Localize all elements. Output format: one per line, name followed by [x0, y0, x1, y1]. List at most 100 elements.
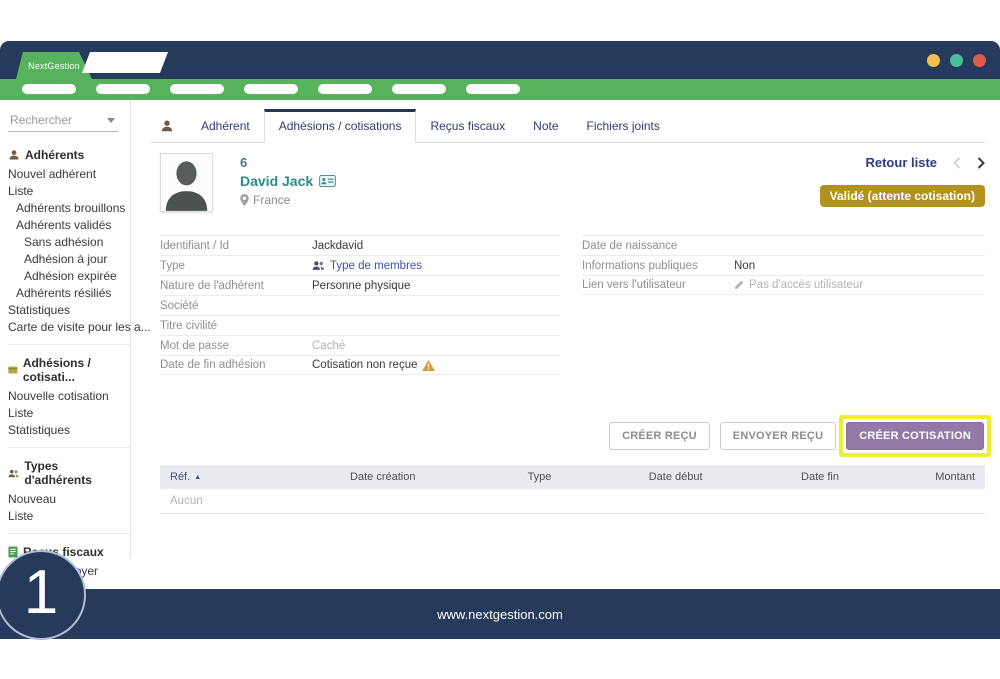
member-name: David Jack — [240, 173, 336, 189]
sidebar-group-types: Types d'adhérents Nouveau Liste — [8, 447, 130, 524]
sort-asc-icon: ▲ — [194, 474, 201, 481]
action-buttons: CRÉER REÇU ENVOYER REÇU CRÉER COTISATION — [150, 422, 985, 450]
search-select[interactable]: Rechercher — [8, 110, 118, 132]
nav-pill[interactable] — [22, 84, 76, 94]
contributions-table: Réf. ▲ Date création Type Date début Dat… — [160, 465, 985, 514]
column-date-fin[interactable]: Date fin — [746, 471, 895, 483]
sidebar-item-carte-de-visite[interactable]: Carte de visite pour les a... — [8, 318, 116, 335]
search-placeholder: Rechercher — [10, 113, 72, 127]
minimize-button[interactable] — [927, 54, 940, 67]
details-left-column: Identifiant / Id Jackdavid Type Type de … — [160, 235, 560, 375]
sidebar-item-adherents-resilies[interactable]: Adhérents résiliés — [8, 284, 116, 301]
field-type: Type Type de membres — [160, 255, 560, 275]
list-navigation: Retour liste — [865, 155, 985, 170]
sidebar-section-types[interactable]: Types d'adhérents — [8, 457, 116, 490]
back-to-list-link[interactable]: Retour liste — [865, 155, 937, 170]
column-ref[interactable]: Réf. ▲ — [160, 471, 292, 483]
nav-pill[interactable] — [244, 84, 298, 94]
nav-pill[interactable] — [466, 84, 520, 94]
tab-placeholder[interactable] — [82, 52, 168, 73]
app-window: NextGestion Rechercher Adhérent — [0, 0, 1000, 679]
field-infos-publiques: Informations publiques Non — [582, 255, 985, 275]
member-country: France — [240, 193, 336, 207]
sidebar-item-adherents-valides[interactable]: Adhérents validés — [8, 216, 116, 233]
field-mot-de-passe: Mot de passe Caché — [160, 335, 560, 355]
sidebar-item-adherents-brouillons[interactable]: Adhérents brouillons — [8, 199, 116, 216]
member-details: Identifiant / Id Jackdavid Type Type de … — [160, 235, 985, 375]
nav-pill[interactable] — [392, 84, 446, 94]
close-button[interactable] — [973, 54, 986, 67]
sidebar: Rechercher Adhérents Nouvel adhérent Lis… — [0, 100, 131, 558]
column-type[interactable]: Type — [474, 471, 606, 483]
sidebar-item-liste-types[interactable]: Liste — [8, 507, 116, 524]
sidebar-group-cotisations: Adhésions / cotisati... Nouvelle cotisat… — [8, 344, 130, 438]
sidebar-item-nouvelle-cotisation[interactable]: Nouvelle cotisation — [8, 387, 116, 404]
details-right-column: Date de naissance Informations publiques… — [582, 235, 985, 375]
tab-fichiers-joints[interactable]: Fichiers joints — [573, 110, 674, 142]
field-nature: Nature de l'adhérent Personne physique — [160, 275, 560, 295]
brand-tab[interactable]: NextGestion — [16, 52, 92, 79]
member-id: 6 — [240, 155, 336, 170]
sidebar-item-sans-adhesion[interactable]: Sans adhésion — [8, 233, 116, 250]
tab-note[interactable]: Note — [519, 110, 572, 142]
users-icon — [312, 260, 325, 271]
title-bar: NextGestion — [0, 41, 1000, 79]
sidebar-section-cotisations[interactable]: Adhésions / cotisati... — [8, 354, 116, 387]
field-identifiant: Identifiant / Id Jackdavid — [160, 235, 560, 255]
chevron-down-icon — [107, 118, 115, 123]
tab-adherent[interactable]: Adhérent — [187, 110, 264, 142]
member-icon — [160, 119, 174, 133]
avatar — [160, 153, 213, 212]
step-number-badge: 1 — [0, 550, 86, 640]
send-receipt-button[interactable]: ENVOYER REÇU — [720, 422, 836, 450]
column-date-debut[interactable]: Date début — [606, 471, 746, 483]
field-lien-utilisateur: Lien vers l'utilisateur Pas d'accès util… — [582, 275, 985, 295]
chevron-right-icon[interactable] — [977, 157, 985, 169]
field-societe: Société — [160, 295, 560, 315]
sidebar-item-statistiques-cotisations[interactable]: Statistiques — [8, 421, 116, 438]
column-montant[interactable]: Montant — [894, 471, 985, 483]
sidebar-section-adherents[interactable]: Adhérents — [8, 146, 116, 165]
pencil-icon[interactable] — [734, 280, 744, 290]
tab-bar: Adhérent Adhésions / cotisations Reçus f… — [150, 110, 985, 143]
nav-pill[interactable] — [170, 84, 224, 94]
nav-pill[interactable] — [318, 84, 372, 94]
tab-adhesions-cotisations[interactable]: Adhésions / cotisations — [264, 109, 417, 143]
member-header: 6 David Jack France Retour liste Validé … — [160, 153, 985, 219]
chevron-left-icon[interactable] — [953, 157, 961, 169]
footer-url: www.nextgestion.com — [437, 607, 563, 622]
user-icon — [8, 149, 20, 161]
sidebar-item-adhesion-a-jour[interactable]: Adhésion à jour — [8, 250, 116, 267]
users-icon — [8, 468, 19, 479]
type-de-membres-link[interactable]: Type de membres — [312, 260, 422, 272]
sidebar-item-statistiques-adherents[interactable]: Statistiques — [8, 301, 116, 318]
location-pin-icon — [240, 194, 249, 206]
sidebar-item-adhesion-expiree[interactable]: Adhésion expirée — [8, 267, 116, 284]
nav-pill[interactable] — [96, 84, 150, 94]
table-header: Réf. ▲ Date création Type Date début Dat… — [160, 465, 985, 489]
warning-icon — [422, 360, 435, 371]
footer-bar: www.nextgestion.com — [0, 589, 1000, 639]
top-nav-bar — [0, 79, 1000, 100]
tab-recus-fiscaux[interactable]: Reçus fiscaux — [416, 110, 519, 142]
column-date-creation[interactable]: Date création — [292, 471, 474, 483]
nav-pill-row — [0, 79, 1000, 94]
id-card-icon[interactable] — [319, 175, 336, 187]
sidebar-item-liste-adherents[interactable]: Liste — [8, 182, 116, 199]
window-controls — [927, 54, 986, 67]
sidebar-item-liste-cotisations[interactable]: Liste — [8, 404, 116, 421]
brand-logo: NextGestion — [28, 61, 80, 71]
field-titre-civilite: Titre civilité — [160, 315, 560, 335]
create-contribution-button[interactable]: CRÉER COTISATION — [846, 422, 984, 450]
card-icon — [8, 365, 18, 375]
highlight-box: CRÉER COTISATION — [839, 415, 991, 457]
sidebar-item-nouveau-type[interactable]: Nouveau — [8, 490, 116, 507]
sidebar-item-nouvel-adherent[interactable]: Nouvel adhérent — [8, 165, 116, 182]
main-content: Adhérent Adhésions / cotisations Reçus f… — [150, 110, 985, 514]
maximize-button[interactable] — [950, 54, 963, 67]
table-empty-row: Aucun — [160, 489, 985, 514]
field-date-fin-adhesion: Date de fin adhésion Cotisation non reçu… — [160, 355, 560, 375]
field-date-naissance: Date de naissance — [582, 235, 985, 255]
status-badge: Validé (attente cotisation) — [820, 185, 985, 207]
create-receipt-button[interactable]: CRÉER REÇU — [609, 422, 710, 450]
